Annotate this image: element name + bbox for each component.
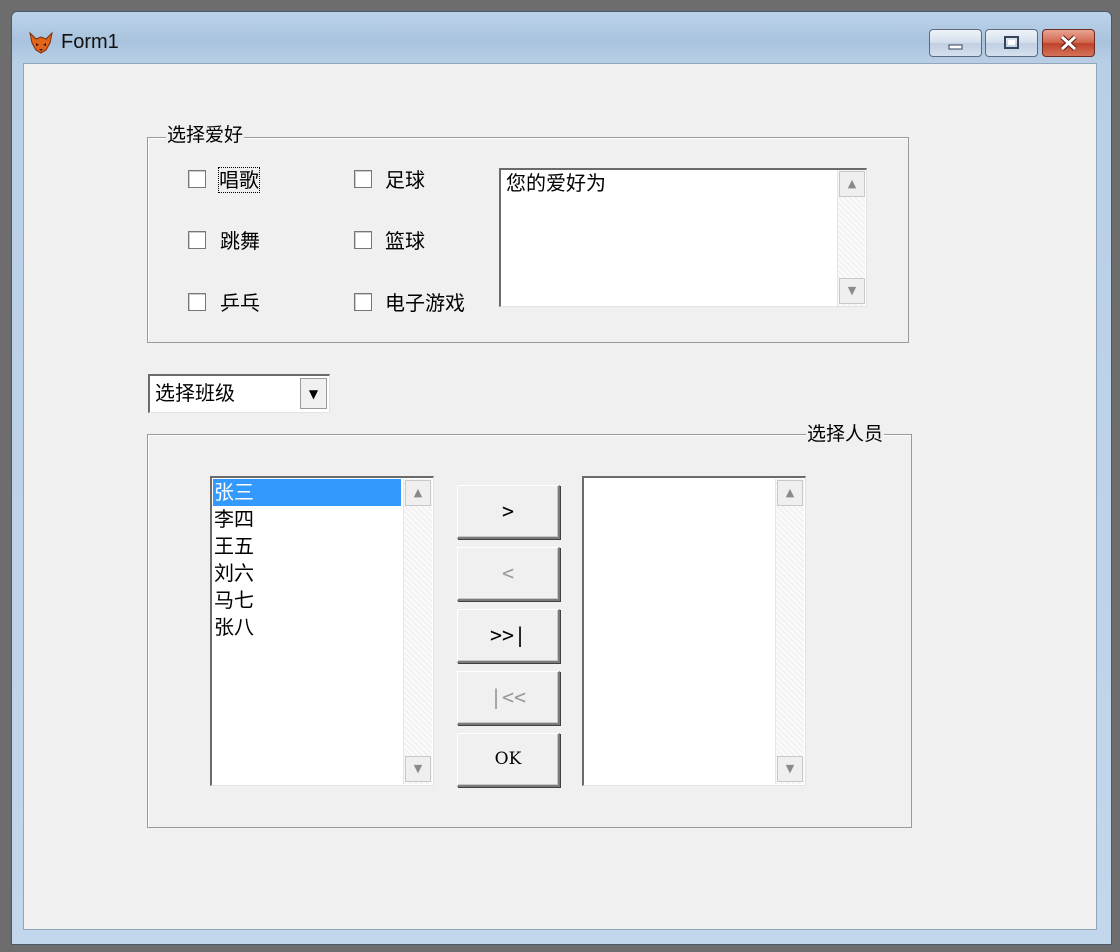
target-listbox[interactable] [582,476,806,786]
hobby-group-label: 选择爱好 [166,124,245,146]
scroll-down-icon[interactable]: ▼ [405,756,431,782]
checkbox-dancing[interactable] [188,231,206,249]
target-list-scrollbar[interactable]: ▲ ▼ [775,479,804,784]
list-item[interactable]: 刘六 [213,560,401,587]
move-all-right-button[interactable]: >>| [457,609,560,663]
list-item[interactable]: 王五 [213,533,401,560]
checkbox-pingpong[interactable] [188,293,206,311]
checkbox-singing[interactable] [188,170,206,188]
close-button[interactable] [1042,29,1095,57]
checkbox-video-games[interactable] [354,293,372,311]
move-left-button[interactable]: < [457,547,560,601]
move-all-left-button[interactable]: |<< [457,671,560,725]
move-right-button[interactable]: > [457,485,560,539]
hobby-result-text: 您的爱好为 [506,171,606,195]
list-item[interactable]: 张八 [213,614,401,641]
class-select-value: 选择班级 [155,381,235,405]
checkbox-label-dancing[interactable]: 跳舞 [220,229,260,253]
list-item[interactable]: 李四 [213,506,401,533]
dropdown-arrow-icon[interactable]: ▼ [300,378,327,409]
scroll-up-icon[interactable]: ▲ [777,480,803,506]
fox-icon [28,30,54,56]
checkbox-football[interactable] [354,170,372,188]
source-list-scrollbar[interactable]: ▲ ▼ [403,479,432,784]
checkbox-label-football[interactable]: 足球 [385,168,425,192]
scroll-down-icon[interactable]: ▼ [839,278,865,304]
maximize-icon [1004,36,1019,49]
scroll-down-icon[interactable]: ▼ [777,756,803,782]
checkbox-basketball[interactable] [354,231,372,249]
people-group-label: 选择人员 [806,423,885,445]
checkbox-label-singing[interactable]: 唱歌 [218,167,260,193]
list-item[interactable]: 马七 [213,587,401,614]
minimize-button[interactable] [929,29,982,57]
maximize-button[interactable] [985,29,1038,57]
checkbox-label-video-games[interactable]: 电子游戏 [385,291,465,315]
checkbox-label-basketball[interactable]: 篮球 [385,229,425,253]
minimize-icon [948,44,963,50]
close-icon [1060,35,1077,51]
hobby-textarea-scrollbar[interactable]: ▲ ▼ [837,170,865,306]
list-item[interactable]: 张三 [213,479,401,506]
window-title: Form1 [61,31,119,53]
scroll-up-icon[interactable]: ▲ [839,171,865,197]
checkbox-label-pingpong[interactable]: 乒乓 [220,291,260,315]
scroll-up-icon[interactable]: ▲ [405,480,431,506]
ok-button[interactable]: OK [457,733,560,787]
